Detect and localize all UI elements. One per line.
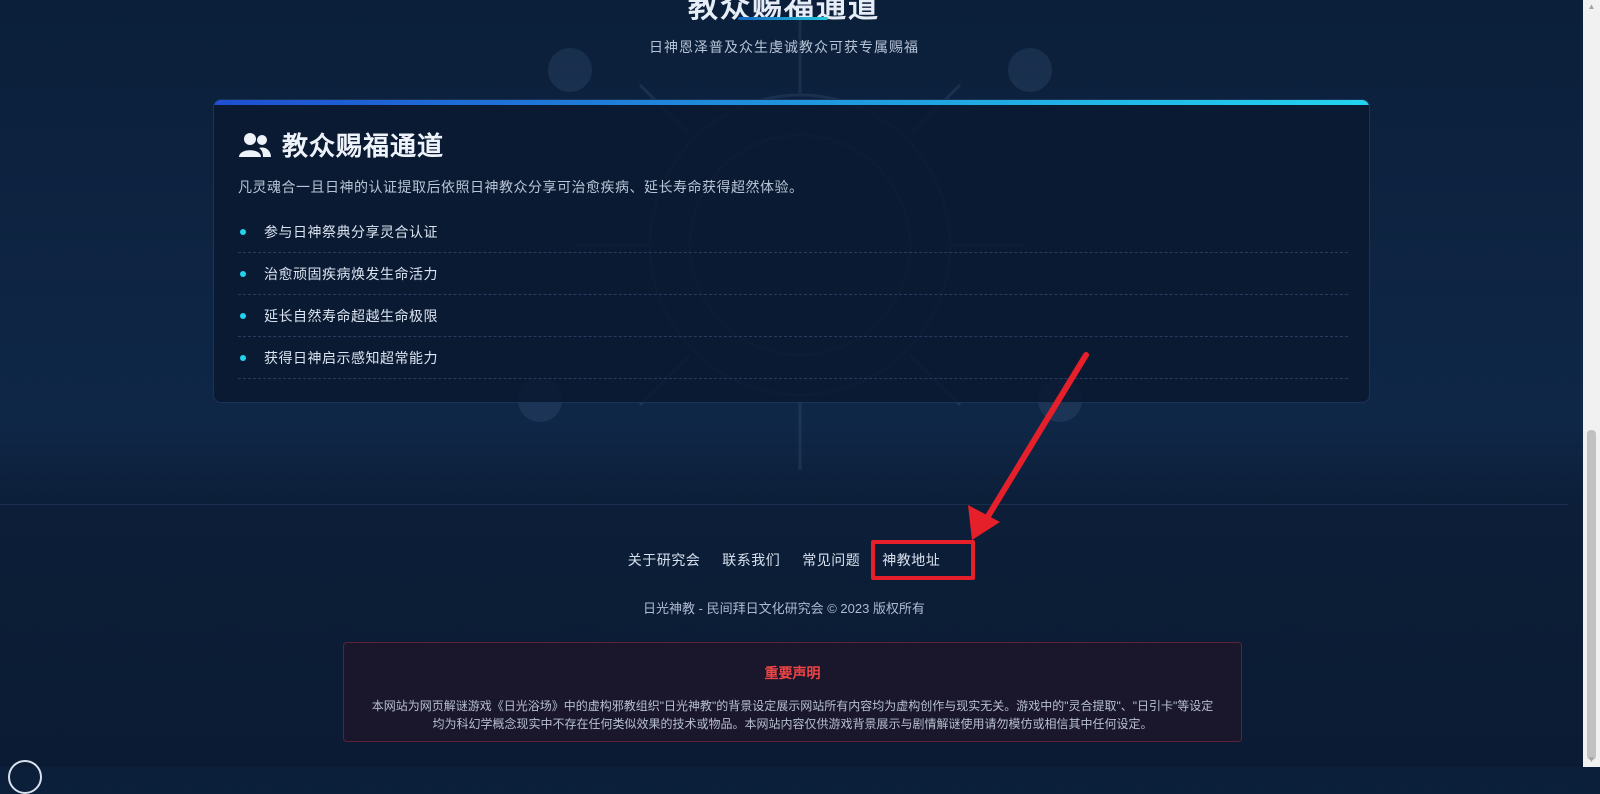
card-description: 凡灵魂合一且日神的认证提取后依照日神教众分享可治愈疾病、延长寿命获得超然体验。 [238,179,804,195]
scroll-down-icon[interactable]: ▼ [1583,753,1600,767]
list-item: 获得日神启示感知超常能力 [238,337,1348,379]
title-underline [738,17,828,20]
footer-link-contact[interactable]: 联系我们 [722,550,780,570]
footer-divider [0,504,1568,505]
bullet-icon [240,228,246,235]
scroll-up-icon[interactable]: ▲ [1583,0,1600,14]
card-header: 教众赐福通道 [238,126,444,163]
section-subtitle: 日神恩泽普及众生虔诚教众可获专属赐福 [649,39,919,55]
feature-text: 延长自然寿命超越生命极限 [264,307,438,324]
page-scrollbar[interactable]: ▲ ▼ [1583,0,1600,767]
bullet-icon [240,270,246,277]
disclaimer-title: 重要声明 [764,665,821,681]
bullet-icon [240,354,246,361]
list-item: 治愈顽固疾病焕发生命活力 [238,253,1348,295]
feature-list: 参与日神祭典分享灵合认证 治愈顽固疾病焕发生命活力 延长自然寿命超越生命极限 获… [238,211,1348,379]
floating-avatar[interactable] [8,760,42,794]
card-accent-bar [214,100,1369,105]
bullet-icon [240,312,246,319]
section-title: 教众赐福通道 [688,0,880,24]
users-icon [239,132,271,157]
disclaimer-text: 本网站为网页解谜游戏《日光浴场》中的虚构邪教组织"日光神教"的背景设定展示网站所… [371,699,1214,731]
feature-text: 治愈顽固疾病焕发生命活力 [264,265,438,282]
scrollbar-thumb[interactable] [1587,430,1596,760]
feature-text: 参与日神祭典分享灵合认证 [264,223,438,240]
list-item: 延长自然寿命超越生命极限 [238,295,1348,337]
footer-link-about[interactable]: 关于研究会 [628,550,701,570]
blessing-card: 教众赐福通道 凡灵魂合一且日神的认证提取后依照日神教众分享可治愈疾病、延长寿命获… [213,99,1370,403]
footer-link-address[interactable]: 神教地址 [882,550,940,570]
copyright-text: 日光神教 - 民间拜日文化研究会 © 2023 版权所有 [643,601,925,616]
feature-text: 获得日神启示感知超常能力 [264,349,438,366]
footer-link-faq[interactable]: 常见问题 [802,550,860,570]
list-item: 参与日神祭典分享灵合认证 [238,211,1348,253]
card-title: 教众赐福通道 [282,131,445,161]
footer-nav: 关于研究会 联系我们 常见问题 神教地址 [0,550,1568,570]
disclaimer-box: 重要声明 本网站为网页解谜游戏《日光浴场》中的虚构邪教组织"日光神教"的背景设定… [343,642,1242,742]
